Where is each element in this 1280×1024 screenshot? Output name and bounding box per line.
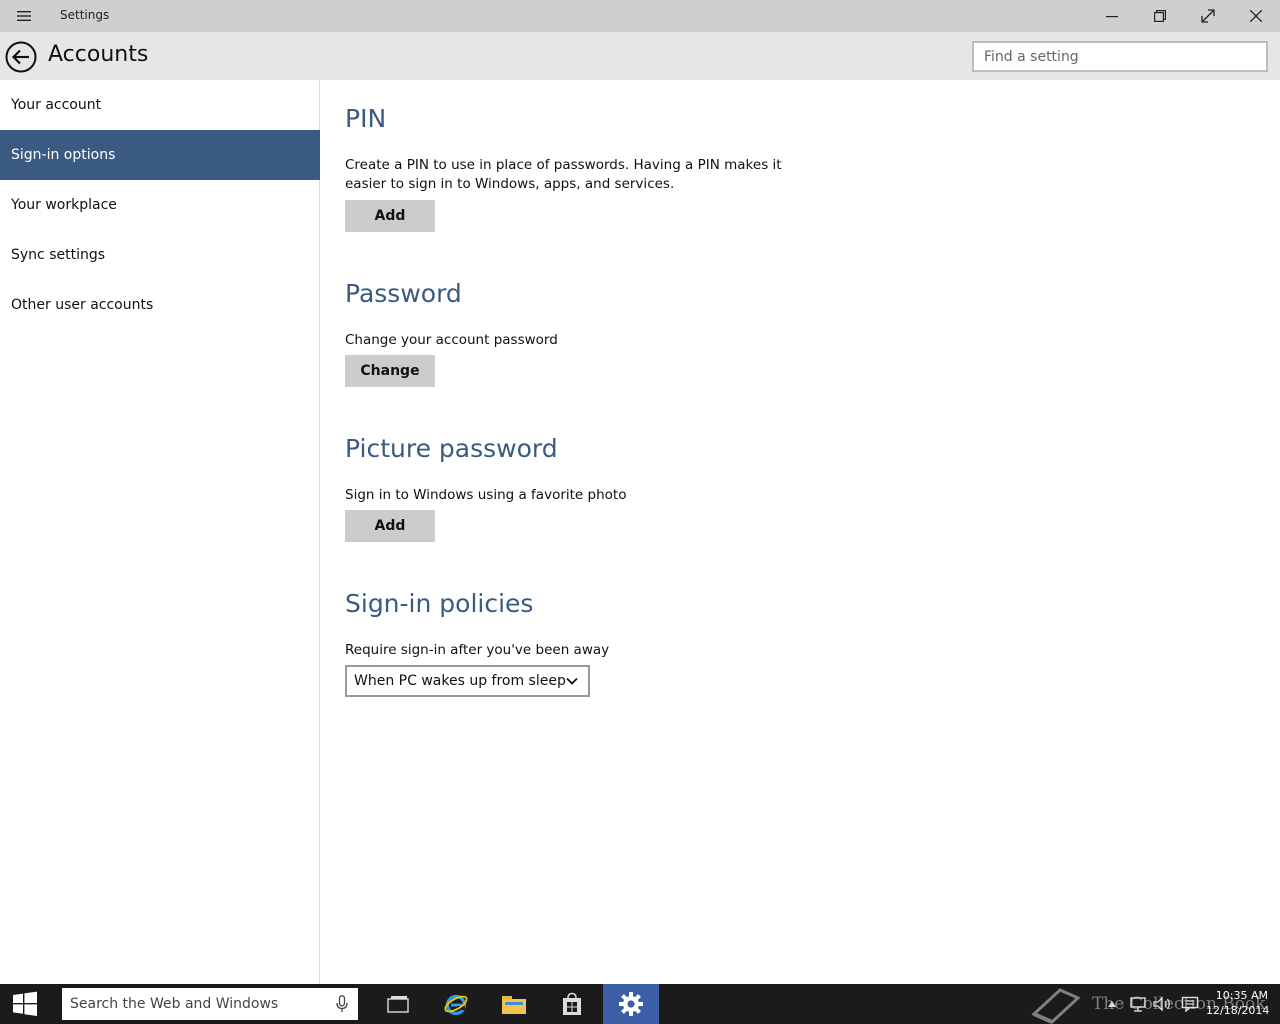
page-title: Accounts <box>48 42 149 67</box>
app-title: Settings <box>60 8 110 22</box>
taskbar: Search the Web and Windows The Collectio… <box>0 984 1280 1024</box>
windows-logo-icon <box>13 991 37 1016</box>
title-bar: Settings <box>0 0 1280 32</box>
picture-password-heading: Picture password <box>345 434 558 463</box>
internet-explorer-icon <box>444 994 468 1016</box>
back-button[interactable] <box>5 41 37 73</box>
taskbar-clock[interactable]: 10:35 AM 12/18/2014 <box>1206 988 1270 1018</box>
sidebar-item-label: Your account <box>11 97 102 113</box>
fullscreen-button[interactable] <box>1184 0 1232 32</box>
signin-policies-description: Require sign-in after you've been away <box>345 642 610 658</box>
password-heading: Password <box>345 279 462 308</box>
chevron-up-icon <box>1108 1001 1116 1007</box>
sidebar-item-label: Sign-in options <box>11 147 116 163</box>
restore-button[interactable] <box>1136 0 1184 32</box>
show-hidden-icons-button[interactable] <box>1102 994 1122 1014</box>
sidebar-item-sign-in-options[interactable]: Sign-in options <box>0 130 320 180</box>
hamburger-icon[interactable] <box>10 6 38 26</box>
minimize-button[interactable] <box>1088 0 1136 32</box>
sidebar-item-your-workplace[interactable]: Your workplace <box>0 180 320 230</box>
start-button[interactable] <box>0 984 50 1024</box>
sidebar-item-label: Sync settings <box>11 247 106 263</box>
network-icon <box>1130 997 1146 1012</box>
signin-policies-heading: Sign-in policies <box>345 589 534 618</box>
action-center-button[interactable] <box>1180 994 1200 1014</box>
pin-heading: PIN <box>345 104 387 133</box>
dropdown-value: When PC wakes up from sleep <box>354 673 566 689</box>
notification-icon <box>1181 996 1199 1012</box>
sidebar-item-other-user-accounts[interactable]: Other user accounts <box>0 280 320 330</box>
picture-password-description: Sign in to Windows using a favorite phot… <box>345 487 627 503</box>
taskbar-search-placeholder: Search the Web and Windows <box>70 996 279 1012</box>
file-explorer-icon <box>502 996 526 1014</box>
chevron-down-icon <box>566 677 578 685</box>
taskbar-search-box[interactable]: Search the Web and Windows <box>62 988 358 1020</box>
network-tray-button[interactable] <box>1128 994 1148 1014</box>
sidebar-item-label: Your workplace <box>11 197 117 213</box>
sidebar-item-your-account[interactable]: Your account <box>0 80 320 130</box>
sidebar-item-label: Other user accounts <box>11 297 154 313</box>
password-change-button[interactable]: Change <box>345 355 435 387</box>
sidebar: Your account Sign-in options Your workpl… <box>0 80 320 984</box>
sidebar-item-sync-settings[interactable]: Sync settings <box>0 230 320 280</box>
fullscreen-icon <box>1201 9 1215 23</box>
page-header: Accounts <box>0 32 1280 80</box>
pin-add-button[interactable]: Add <box>345 200 435 232</box>
book-icon <box>1031 988 1081 1024</box>
microphone-icon[interactable] <box>336 995 348 1013</box>
clock-time: 10:35 AM <box>1215 989 1268 1002</box>
back-arrow-icon <box>5 41 37 73</box>
volume-tray-button[interactable] <box>1152 994 1172 1014</box>
clock-date: 12/18/2014 <box>1206 1004 1270 1017</box>
task-view-icon <box>387 996 409 1013</box>
taskbar-store-button[interactable] <box>544 984 600 1024</box>
store-icon <box>563 992 581 1015</box>
task-view-button[interactable] <box>370 984 426 1024</box>
require-signin-dropdown[interactable]: When PC wakes up from sleep <box>345 665 590 697</box>
close-icon <box>1250 10 1262 22</box>
restore-icon <box>1154 10 1166 22</box>
find-setting-input[interactable] <box>972 41 1268 72</box>
minimize-icon <box>1106 16 1118 18</box>
gear-icon <box>619 992 643 1016</box>
taskbar-ie-button[interactable] <box>428 984 484 1024</box>
close-button[interactable] <box>1232 0 1280 32</box>
password-description: Change your account password <box>345 332 558 348</box>
speaker-icon <box>1153 996 1170 1012</box>
taskbar-file-explorer-button[interactable] <box>486 984 542 1024</box>
taskbar-settings-button[interactable] <box>603 984 659 1024</box>
picture-password-add-button[interactable]: Add <box>345 510 435 542</box>
pin-description: Create a PIN to use in place of password… <box>345 157 782 192</box>
